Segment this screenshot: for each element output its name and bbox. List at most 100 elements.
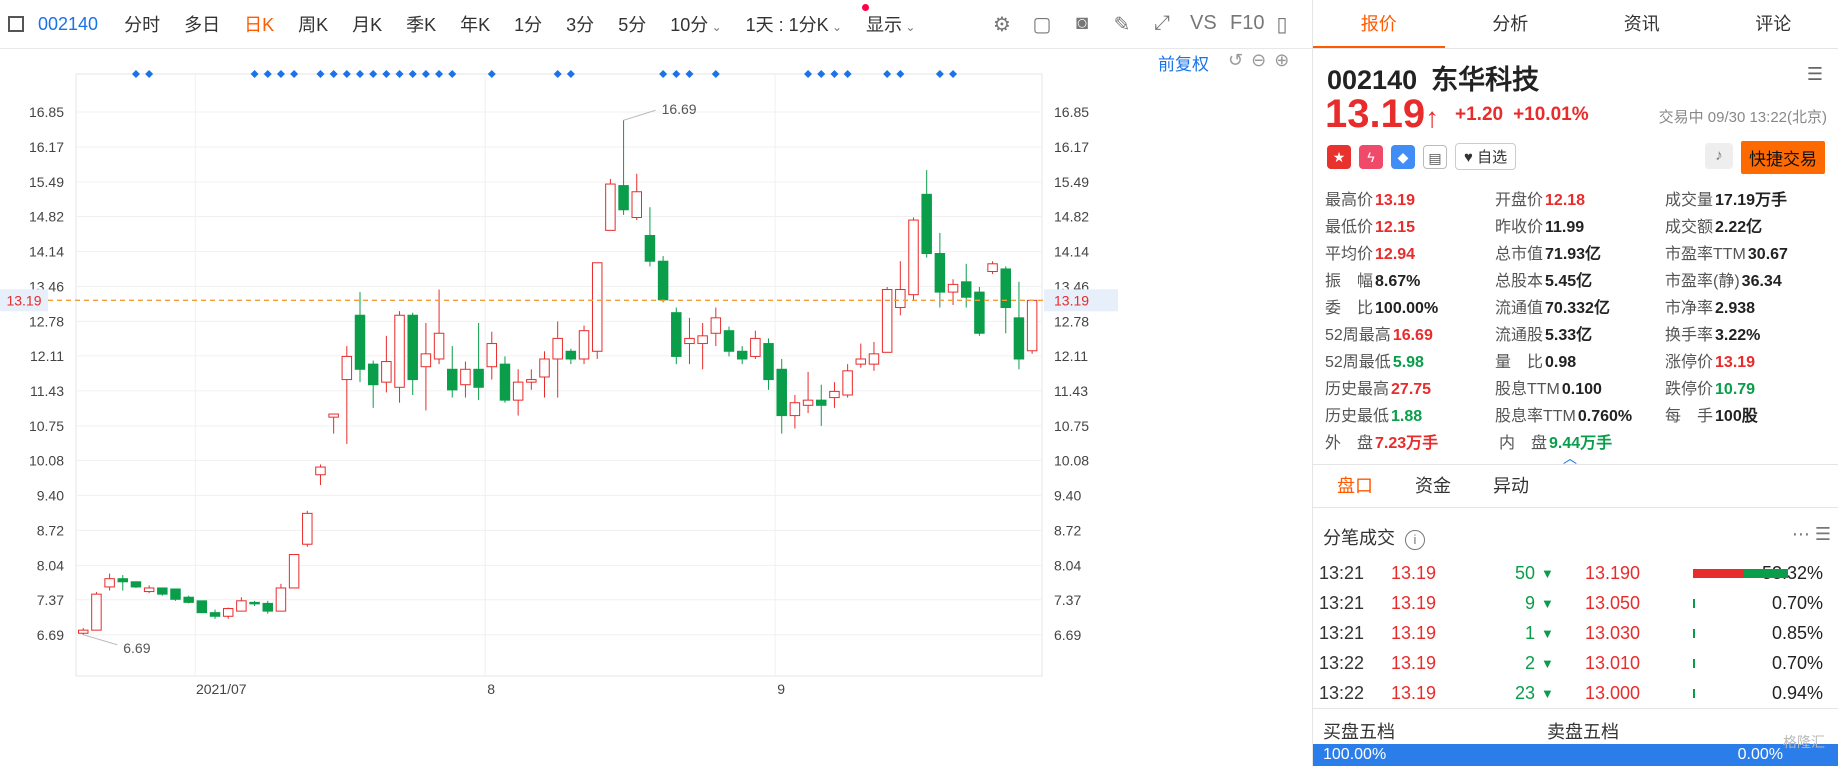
signal-marker <box>883 70 891 78</box>
notification-dot <box>862 4 869 11</box>
candle-up <box>751 338 760 356</box>
more-icon[interactable]: ⋯ <box>1792 524 1810 544</box>
period-tab-5min[interactable]: 5分 <box>618 11 646 37</box>
watermark-logo: 格隆汇 <box>1783 732 1825 752</box>
candle-down <box>448 369 457 390</box>
rect-icon[interactable]: ▢ <box>1030 12 1054 37</box>
panel-icon[interactable]: ▯ <box>1270 12 1294 37</box>
period-tab-3min[interactable]: 3分 <box>566 11 594 37</box>
signal-marker <box>356 70 364 78</box>
signal-marker <box>488 70 496 78</box>
signal-marker <box>830 70 838 78</box>
toolbar-stock-code[interactable]: 002140 <box>38 14 98 35</box>
note-icon[interactable]: ▤ <box>1423 145 1447 169</box>
period-dropdown-10min[interactable]: 10分 <box>670 11 721 37</box>
stat-label: 换手率 <box>1665 327 1713 344</box>
stat-value: 11.99 <box>1545 219 1584 236</box>
period-tab-intraday[interactable]: 分时 <box>124 11 160 37</box>
distribution-row: 13.19053.32% <box>1585 558 1835 588</box>
signal-marker <box>949 70 957 78</box>
stat-value: 36.34 <box>1742 273 1782 290</box>
signal-marker <box>817 70 825 78</box>
stat-cell: 市盈率(静)36.34 <box>1665 267 1835 291</box>
zoom-in-icon[interactable]: ⊕ <box>1274 50 1289 71</box>
settings-icon[interactable]: ☰ <box>1807 64 1823 85</box>
lightning-icon[interactable]: ϟ <box>1359 145 1383 169</box>
tick-volume: 1 <box>1491 623 1535 644</box>
gear-icon[interactable]: ⚙ <box>990 12 1014 37</box>
kline-chart[interactable]: 6.696.697.377.378.048.048.728.729.409.40… <box>0 50 1310 766</box>
stats-row: 历史最低1.88股息率TTM0.760%每 手100股 <box>1325 400 1835 427</box>
tick-volume: 23 <box>1491 683 1535 704</box>
tab-news[interactable]: 资讯 <box>1576 0 1708 48</box>
sidebar-toggle-icon[interactable] <box>8 16 24 32</box>
stats-row: 最高价13.19开盘价12.18成交量17.19万手 <box>1325 184 1835 211</box>
period-tab-quarter[interactable]: 季K <box>406 11 436 37</box>
candle-down <box>408 315 417 379</box>
tab-comments[interactable]: 评论 <box>1708 0 1838 48</box>
stat-label: 流通股 <box>1495 327 1543 344</box>
period-tab-1min[interactable]: 1分 <box>514 11 542 37</box>
stat-value: 8.67% <box>1375 273 1420 290</box>
stat-cell: 内 盘9.44万手 <box>1499 429 1673 453</box>
list-icon[interactable]: ☰ <box>1815 524 1831 544</box>
bell-icon[interactable]: ♪ <box>1705 143 1733 169</box>
tick-time: 13:21 <box>1319 563 1391 584</box>
y-tick-label-left: 10.75 <box>29 418 64 434</box>
sell-arrow-icon: ▼ <box>1541 686 1559 701</box>
period-tab-month[interactable]: 月K <box>352 11 382 37</box>
signal-marker <box>369 70 377 78</box>
stat-value: 1.88 <box>1391 408 1422 425</box>
tick-time: 13:22 <box>1319 683 1391 704</box>
info-icon[interactable]: i <box>1405 530 1425 550</box>
y-tick-label-left: 14.14 <box>29 243 64 259</box>
tab-fundflow[interactable]: 资金 <box>1415 465 1451 507</box>
cn-flag-icon[interactable]: ★ <box>1327 145 1351 169</box>
watchlist-button[interactable]: ♥ 自选 <box>1455 143 1516 170</box>
zoom-out-icon[interactable]: ⊖ <box>1251 50 1266 71</box>
price-adjust-toggle[interactable]: 前复权 <box>1158 50 1209 75</box>
pen-icon[interactable]: ✎ <box>1110 12 1134 37</box>
stats-row: 历史最高27.75股息TTM0.100跌停价10.79 <box>1325 373 1835 400</box>
stat-cell: 流通值70.332亿 <box>1495 294 1665 318</box>
candle-up <box>606 184 615 230</box>
period-tab-week[interactable]: 周K <box>298 11 328 37</box>
f10-icon[interactable]: F10 <box>1230 12 1254 37</box>
y-tick-label-right: 7.37 <box>1054 592 1081 608</box>
signal-marker <box>132 70 140 78</box>
fullscreen-icon[interactable]: ⤢ <box>1150 12 1174 37</box>
last-price: 13.19↑ <box>1325 92 1439 137</box>
candle-down <box>197 601 206 613</box>
signal-marker <box>330 70 338 78</box>
undo-icon[interactable]: ↺ <box>1228 50 1243 71</box>
candle-down <box>658 261 667 300</box>
tab-analysis[interactable]: 分析 <box>1445 0 1577 48</box>
display-dropdown[interactable]: 显示 <box>866 11 915 37</box>
up-arrow-icon: ↑ <box>1425 102 1439 133</box>
stat-cell: 成交量17.19万手 <box>1665 186 1835 210</box>
tag-icon[interactable]: ◆ <box>1391 145 1415 169</box>
candle-down <box>131 582 140 587</box>
tab-movement[interactable]: 异动 <box>1493 465 1529 507</box>
tab-quote[interactable]: 报价 <box>1313 0 1445 48</box>
tick-price: 13.19 <box>1391 653 1491 674</box>
candle-down <box>975 292 984 333</box>
period-tab-day[interactable]: 日K <box>244 11 274 37</box>
stat-value: 0.760% <box>1578 408 1632 425</box>
range-dropdown[interactable]: 1天 : 1分K <box>746 11 842 37</box>
candle-up <box>434 333 443 359</box>
stat-cell: 历史最高27.75 <box>1325 375 1495 399</box>
camera-icon[interactable]: ◙ <box>1070 12 1094 37</box>
vs-icon[interactable]: VS <box>1190 12 1214 37</box>
period-tab-year[interactable]: 年K <box>460 11 490 37</box>
tick-row: 13:2213.192▼ <box>1319 648 1569 678</box>
y-tick-label-left: 15.49 <box>29 174 64 190</box>
quick-trade-button[interactable]: 快捷交易 <box>1741 141 1825 174</box>
candle-down <box>817 400 826 405</box>
period-tab-multiday[interactable]: 多日 <box>184 11 220 37</box>
tick-time: 13:22 <box>1319 653 1391 674</box>
tab-orderbook[interactable]: 盘口 <box>1337 465 1373 507</box>
candle-up <box>856 359 865 364</box>
signal-marker <box>844 70 852 78</box>
candle-up <box>105 579 114 587</box>
